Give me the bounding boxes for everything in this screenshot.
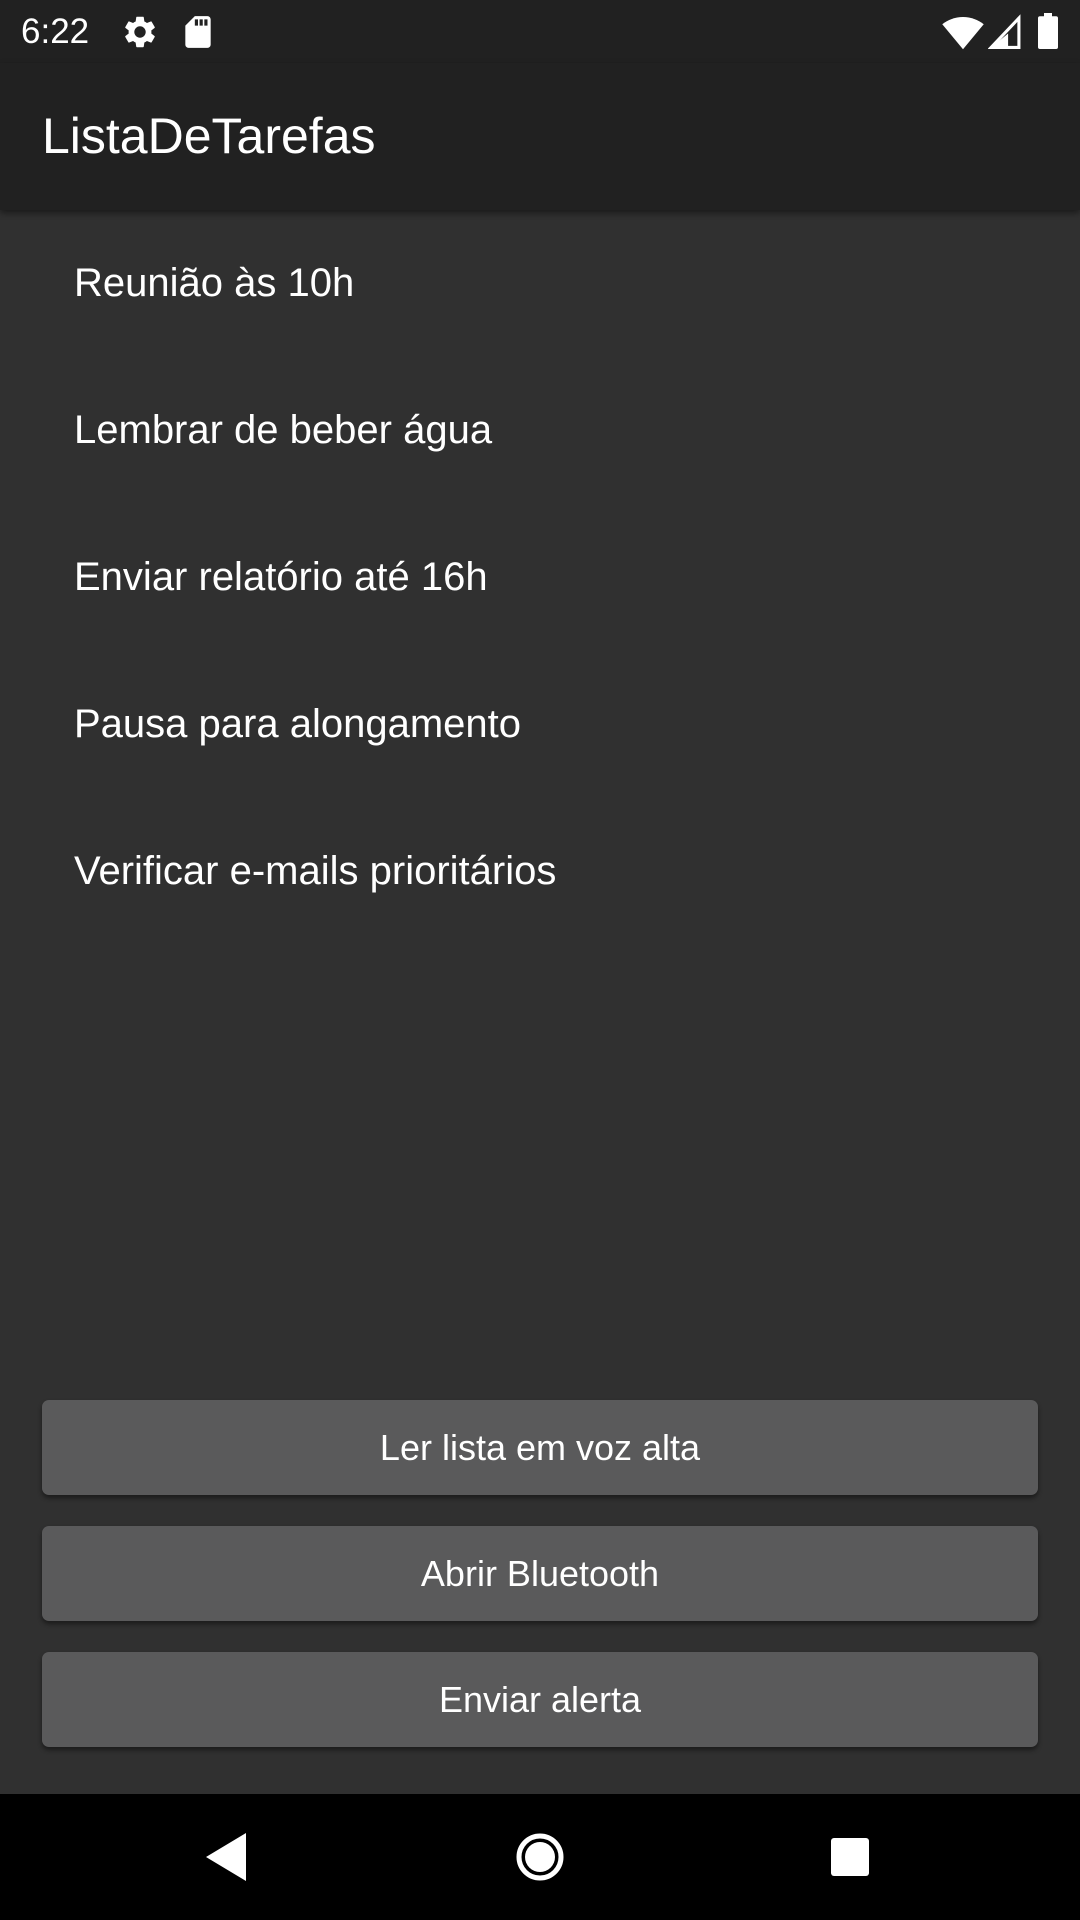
task-item[interactable]: Verificar e-mails prioritários: [0, 798, 1080, 945]
wifi-icon: [942, 13, 984, 56]
app-bar: ListaDeTarefas: [0, 63, 1080, 210]
task-list: Reunião às 10h Lembrar de beber água Env…: [0, 210, 1080, 945]
back-icon[interactable]: [186, 1817, 266, 1897]
task-item[interactable]: Pausa para alongamento: [0, 651, 1080, 798]
status-time: 6:22: [21, 12, 90, 51]
sd-card-icon: [179, 13, 217, 56]
battery-icon: [1038, 13, 1058, 54]
gear-icon: [121, 13, 159, 56]
task-item[interactable]: Enviar relatório até 16h: [0, 504, 1080, 651]
navigation-bar: [0, 1794, 1080, 1920]
recents-icon[interactable]: [810, 1817, 890, 1897]
status-bar: 6:22: [0, 0, 1080, 63]
send-alert-button[interactable]: Enviar alerta: [42, 1652, 1038, 1747]
cell-signal-icon: [987, 13, 1022, 56]
content-area: Reunião às 10h Lembrar de beber água Env…: [0, 210, 1080, 1794]
app-title: ListaDeTarefas: [42, 108, 376, 164]
task-item[interactable]: Reunião às 10h: [0, 210, 1080, 357]
open-bluetooth-button[interactable]: Abrir Bluetooth: [42, 1526, 1038, 1621]
home-icon[interactable]: [500, 1817, 580, 1897]
task-item[interactable]: Lembrar de beber água: [0, 357, 1080, 504]
read-aloud-button[interactable]: Ler lista em voz alta: [42, 1400, 1038, 1495]
